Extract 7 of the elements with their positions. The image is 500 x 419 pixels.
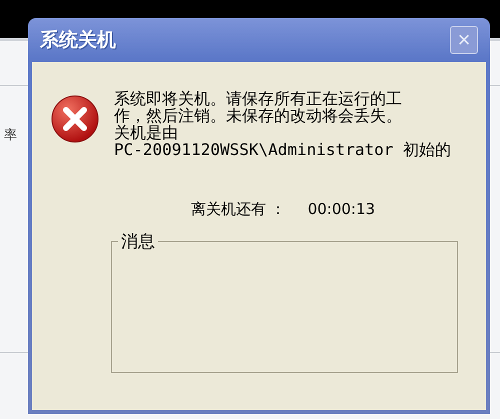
countdown-time: 00:00:13 [308,200,376,219]
window-title: 系统关机 [40,28,116,53]
error-icon [50,94,100,144]
countdown-label: 离关机还有 ： [190,200,286,219]
background-text: 率 [4,127,17,144]
close-button[interactable]: × [450,26,478,54]
shutdown-message: 系统即将关机。请保存所有正在运行的工 作，然后注销。未保存的改动将会丢失。 关机是由 PC-20091120WSSK\Administrator 初始的 [114,90,451,158]
